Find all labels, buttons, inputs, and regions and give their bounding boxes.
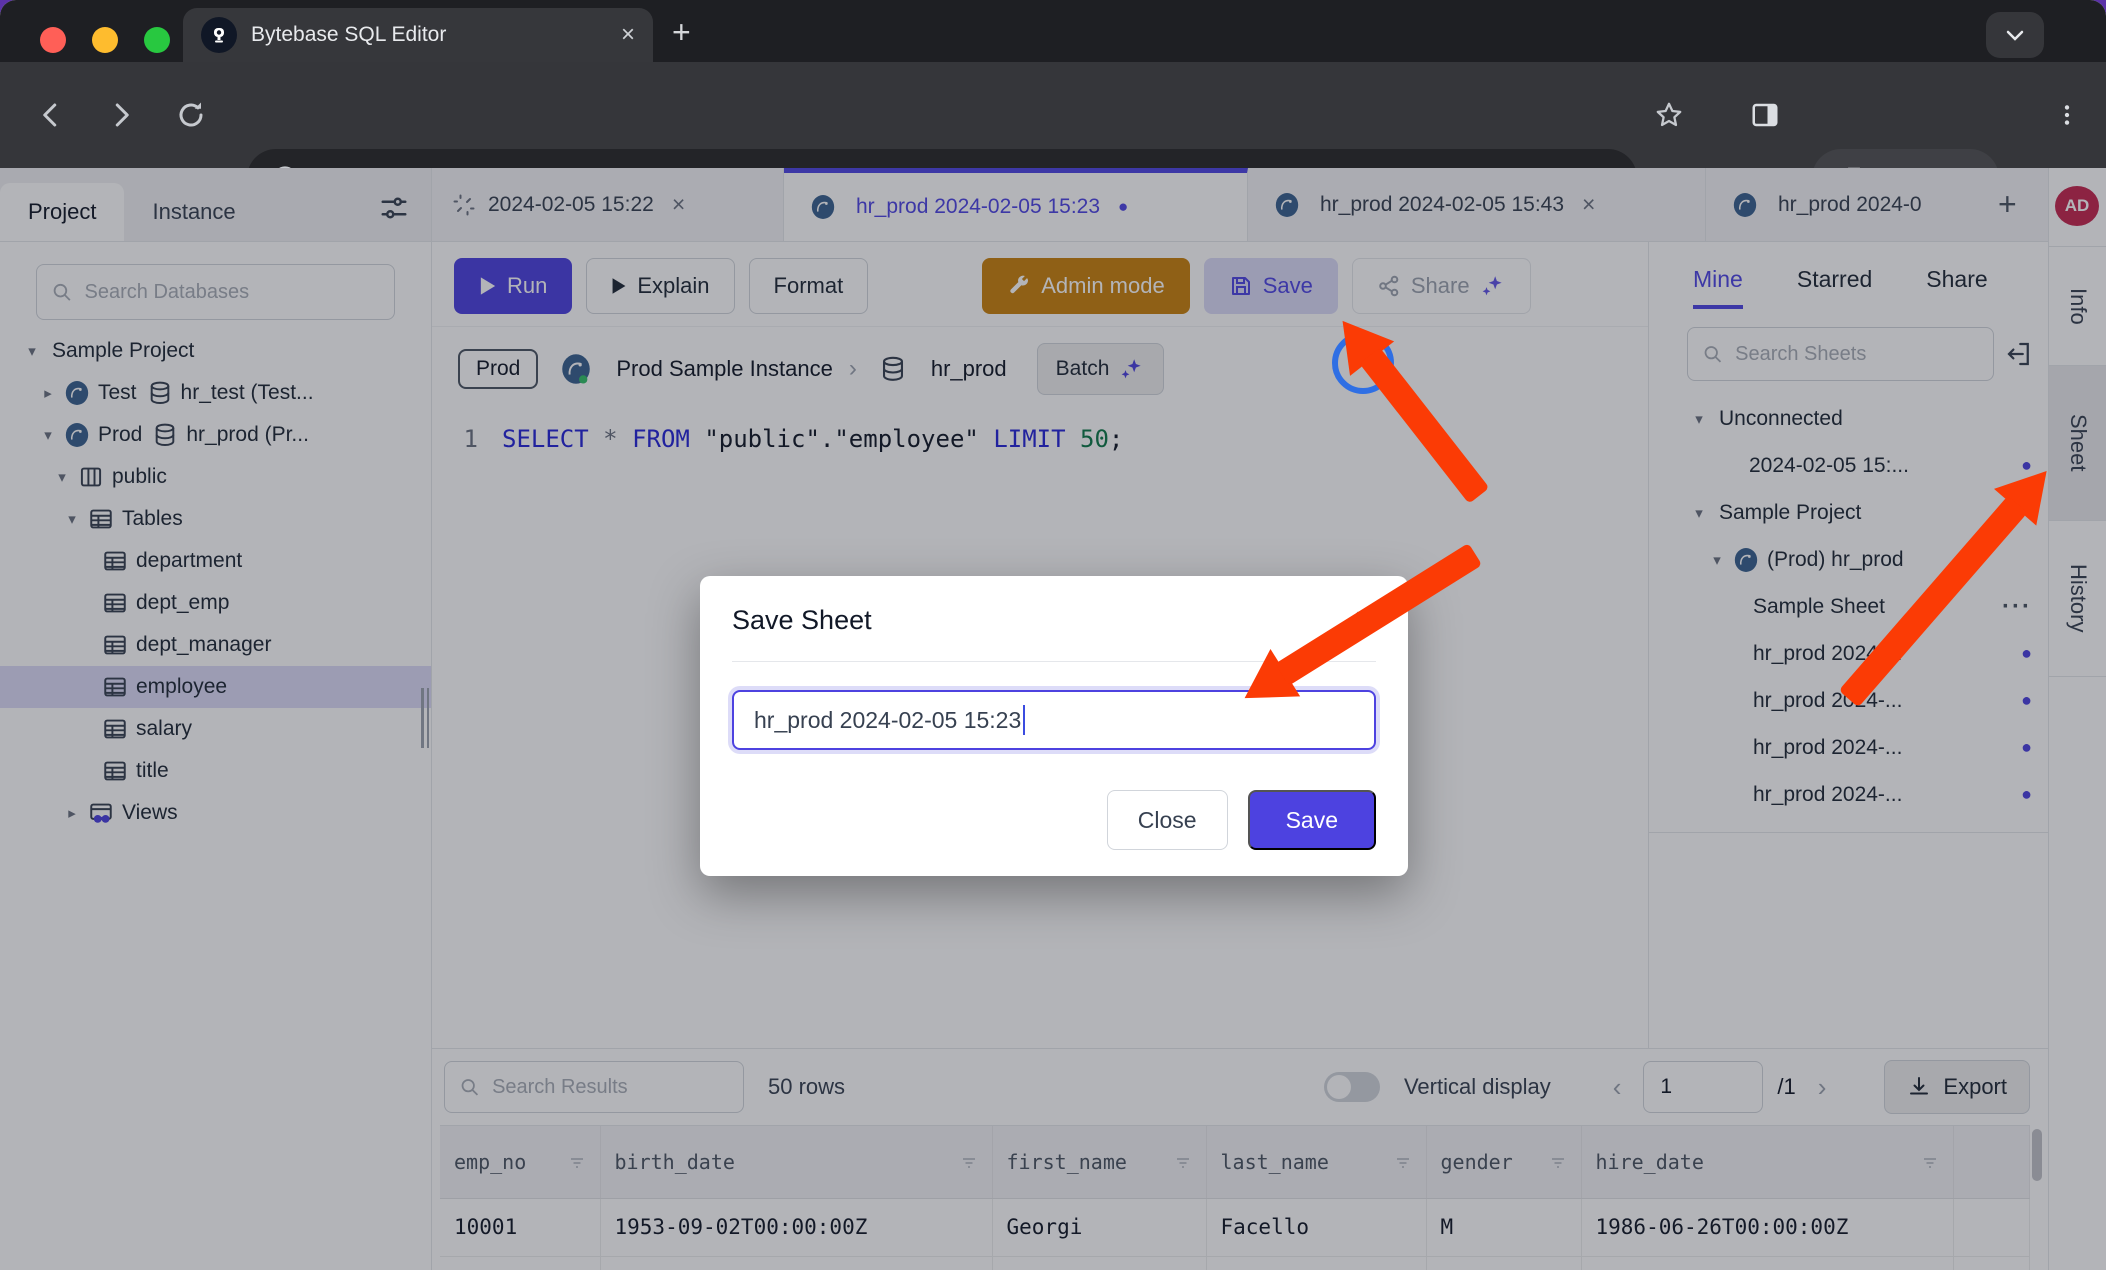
tab-search-button[interactable] — [1986, 12, 2044, 58]
window-minimize-button[interactable] — [92, 27, 118, 53]
modal-save-button[interactable]: Save — [1248, 790, 1376, 850]
text-caret — [1023, 705, 1025, 735]
tab-close-icon[interactable]: × — [621, 21, 635, 49]
bookmark-star-icon[interactable] — [1646, 92, 1692, 138]
browser-window: Bytebase SQL Editor × + localhost:8080/s… — [0, 0, 2106, 1270]
browser-navbar: localhost:8080/sql-editor/prod-sample-in… — [0, 62, 2106, 168]
modal-title: Save Sheet — [732, 605, 872, 636]
save-sheet-modal: Save Sheet ✕ hr_prod 2024-02-05 15:23 Cl… — [700, 576, 1408, 876]
browser-titlebar: Bytebase SQL Editor × + — [0, 0, 2106, 62]
browser-menu-icon[interactable] — [2044, 92, 2090, 138]
back-button[interactable] — [28, 92, 74, 138]
bytebase-logo-icon — [201, 17, 237, 53]
side-panel-icon[interactable] — [1742, 92, 1788, 138]
browser-tab[interactable]: Bytebase SQL Editor × — [183, 8, 653, 62]
chevron-down-icon — [2003, 23, 2027, 47]
new-tab-button[interactable]: + — [672, 22, 691, 42]
window-zoom-button[interactable] — [144, 27, 170, 53]
window-close-button[interactable] — [40, 27, 66, 53]
browser-tab-title: Bytebase SQL Editor — [251, 23, 607, 47]
reload-button[interactable] — [168, 92, 214, 138]
modal-close-button[interactable]: Close — [1107, 790, 1228, 850]
forward-button[interactable] — [98, 92, 144, 138]
